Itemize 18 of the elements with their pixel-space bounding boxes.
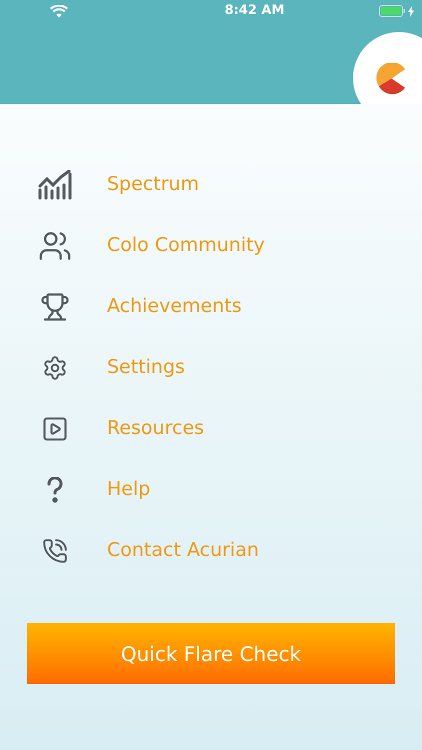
menu-item[interactable]: Resources — [107, 414, 204, 443]
status-time: 8:42 AM — [224, 2, 284, 20]
play-icon — [41, 414, 69, 442]
menu-item[interactable]: Spectrum — [107, 170, 200, 199]
battery-icon — [378, 5, 405, 17]
logo-icon — [376, 62, 407, 94]
settings-icon — [42, 354, 68, 380]
menu-item[interactable]: Settings — [107, 353, 185, 382]
bar-chart-icon — [37, 170, 73, 200]
quick-flare-check-button[interactable]: Quick Flare Check — [27, 623, 395, 684]
menu-item[interactable]: Help — [107, 475, 150, 504]
phone-icon — [42, 538, 68, 564]
menu-item[interactable]: Contact Acurian — [107, 536, 259, 565]
wifi-icon — [50, 4, 68, 18]
help-icon — [47, 476, 63, 502]
menu-item[interactable]: Colo Community — [107, 231, 265, 260]
menu-item[interactable]: Achievements — [107, 292, 242, 321]
trophy-icon — [40, 292, 70, 322]
